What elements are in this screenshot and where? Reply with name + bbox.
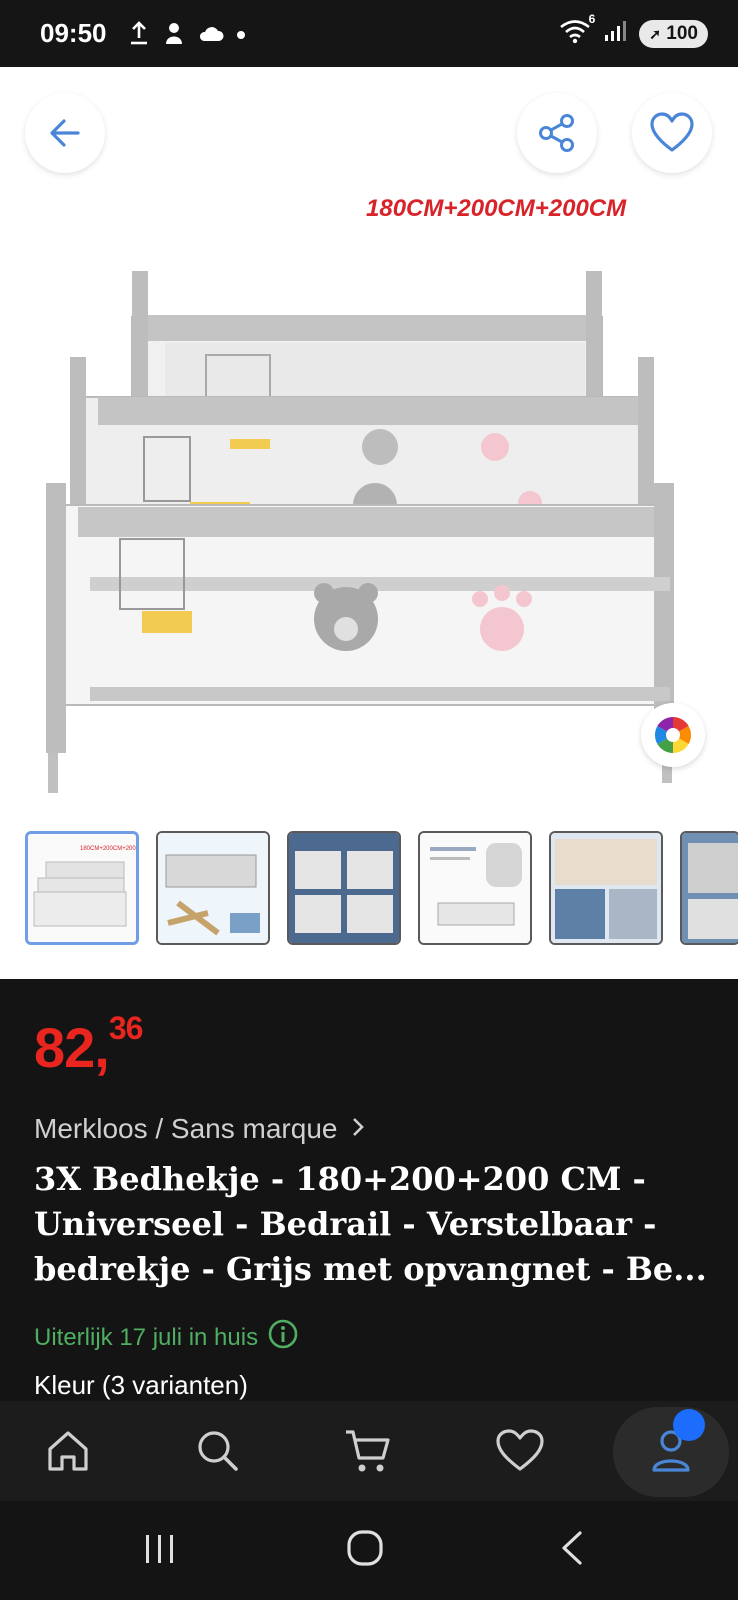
app-notification-icon	[162, 20, 186, 51]
product-image-gallery[interactable]: 180CM+200CM+200CM 180CM+200CM+200	[0, 67, 738, 979]
svg-text:180CM+200CM+200CM: 180CM+200CM+200CM	[80, 846, 136, 852]
product-info: 82,36 Merkloos / Sans marque 3X Bedhekje…	[0, 979, 738, 1401]
thumbnail[interactable]	[418, 831, 532, 945]
wifi-label: 6	[588, 12, 596, 26]
nav-favorites[interactable]	[492, 1423, 548, 1479]
status-notification-icons	[128, 20, 246, 51]
cart-icon	[346, 1430, 390, 1472]
system-navigation-bar	[0, 1501, 738, 1600]
color-wheel-icon	[654, 717, 692, 753]
product-price: 82,36	[34, 1010, 143, 1080]
back-system-button[interactable]	[558, 1529, 586, 1572]
search-icon	[198, 1431, 238, 1471]
nav-home[interactable]	[40, 1423, 96, 1479]
nav-search[interactable]	[190, 1423, 246, 1479]
status-system-icons: 6 ➚ 100	[559, 12, 708, 49]
heart-icon	[496, 1429, 544, 1471]
cloud-icon	[198, 23, 224, 48]
thumbnail[interactable]: 180CM+200CM+200CM	[25, 831, 139, 945]
thumbnail[interactable]	[680, 831, 738, 945]
recent-apps-button[interactable]	[142, 1531, 178, 1572]
signal-icon	[603, 19, 627, 48]
home-icon	[48, 1431, 88, 1471]
more-dot-icon	[236, 27, 246, 45]
brand-link[interactable]: Merkloos / Sans marque	[34, 1113, 365, 1145]
home-button[interactable]	[346, 1529, 384, 1572]
product-image-caption: 180CM+200CM+200CM	[366, 195, 627, 222]
favorite-button[interactable]	[632, 93, 712, 173]
wifi-icon: 6	[559, 12, 595, 49]
delivery-info: Uiterlijk 17 juli in huis	[34, 1319, 298, 1356]
thumbnail[interactable]	[549, 831, 663, 945]
account-notification-badge	[673, 1409, 705, 1441]
home-circle-icon	[347, 1530, 383, 1566]
info-icon[interactable]	[268, 1319, 298, 1356]
status-bar: 09:50 6 ➚ 100	[0, 0, 738, 67]
heart-icon	[650, 112, 694, 152]
upload-icon	[128, 20, 150, 51]
thumbnail[interactable]	[287, 831, 401, 945]
arrow-left-icon	[50, 119, 80, 147]
recent-apps-icon	[146, 1535, 173, 1563]
share-icon	[539, 114, 574, 152]
back-button[interactable]	[25, 93, 105, 173]
battery-level: 100	[666, 22, 698, 44]
bottom-navigation	[0, 1401, 738, 1501]
share-button[interactable]	[517, 93, 597, 173]
thumbnail[interactable]	[156, 831, 270, 945]
color-options-button[interactable]	[641, 703, 705, 767]
battery-indicator: ➚ 100	[639, 19, 708, 48]
product-main-image[interactable]	[40, 247, 700, 807]
thumbnail-strip[interactable]: 180CM+200CM+200CM	[25, 831, 738, 945]
chevron-right-icon	[351, 1113, 365, 1144]
chevron-left-icon	[562, 1531, 582, 1565]
price-cents: 36	[108, 1010, 144, 1047]
nav-cart[interactable]	[340, 1423, 396, 1479]
status-time: 09:50	[40, 18, 107, 48]
brand-label: Merkloos / Sans marque	[34, 1113, 338, 1144]
product-title: 3X Bedhekje - 180+200+200 CM - Universee…	[34, 1160, 707, 1288]
battery-saver-icon: ➚	[649, 25, 662, 42]
color-variants-label[interactable]: Kleur (3 varianten)	[34, 1370, 248, 1401]
price-main: 82,	[34, 1016, 110, 1079]
delivery-label: Uiterlijk 17 juli in huis	[34, 1323, 259, 1351]
